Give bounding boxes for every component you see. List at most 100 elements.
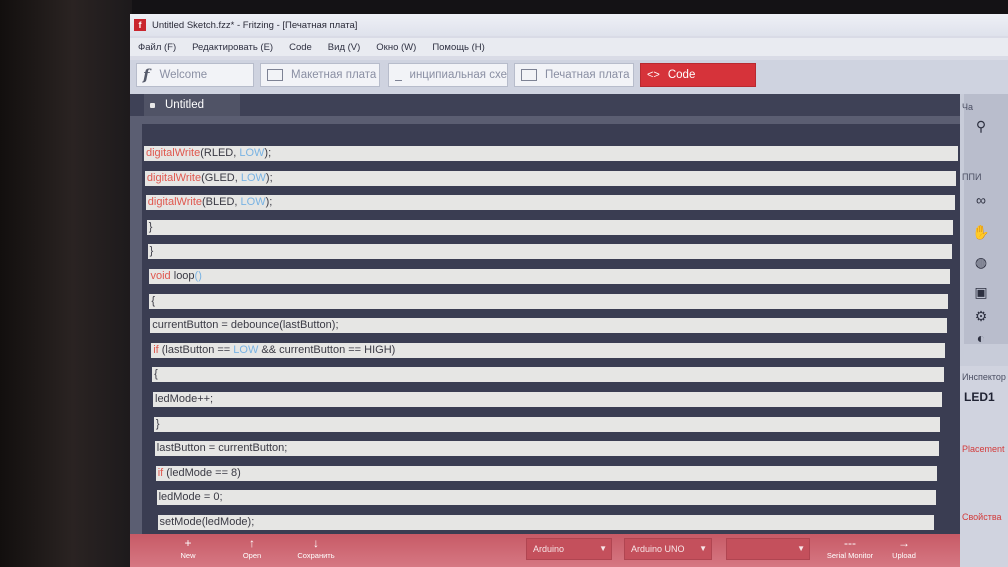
code-line[interactable]: digitalWrite(RLED, LOW); bbox=[144, 146, 958, 161]
search-icon[interactable]: ⚲ bbox=[968, 118, 994, 134]
code-token: (RLED, bbox=[200, 147, 240, 159]
language-select[interactable]: Arduino ▼ bbox=[526, 538, 612, 560]
language-select-value: Arduino bbox=[533, 544, 565, 554]
code-line[interactable]: { bbox=[149, 293, 949, 309]
code-line[interactable]: void loop() bbox=[148, 269, 950, 284]
pcb-icon bbox=[521, 69, 537, 81]
document-tab-label: Untitled bbox=[165, 99, 204, 111]
menu-view[interactable]: Вид (V) bbox=[328, 42, 361, 53]
open-button-label: Open bbox=[242, 551, 262, 560]
title-bar: f Untitled Sketch.fzz* - Fritzing - [Печ… bbox=[130, 14, 1008, 36]
code-token: (lastButton == bbox=[158, 343, 234, 356]
menu-code[interactable]: Code bbox=[289, 42, 312, 53]
code-line[interactable]: setMode(ledMode); bbox=[157, 515, 934, 530]
menu-edit[interactable]: Редактировать (E) bbox=[192, 42, 273, 53]
code-token: loop bbox=[170, 270, 195, 282]
code-line[interactable]: } bbox=[146, 219, 954, 235]
tab-pcb[interactable]: Печатная плата bbox=[514, 63, 634, 87]
code-line[interactable]: } bbox=[147, 244, 952, 260]
properties-header: Свойства bbox=[962, 512, 1002, 522]
code-token: { bbox=[154, 368, 158, 381]
core-parts-icon[interactable]: ◍ bbox=[968, 254, 994, 270]
code-toolbar: + New ↑ Open ↓ Сохранить Arduino ▼ Ardui… bbox=[130, 534, 960, 567]
serial-monitor-button[interactable]: --- Serial Monitor bbox=[820, 536, 880, 566]
view-tabs: f Welcome Макетная плата инципиальная сх… bbox=[130, 60, 1008, 94]
placement-header: Placement bbox=[962, 444, 1005, 454]
code-token: { bbox=[151, 294, 156, 307]
code-editor: Untitled digitalWrite(RLED, LOW); digital… bbox=[130, 94, 972, 555]
code-token: ledMode = 0; bbox=[158, 491, 223, 504]
tab-breadboard[interactable]: Макетная плата bbox=[260, 63, 380, 87]
code-token: digitalWrite bbox=[147, 196, 203, 209]
code-line[interactable]: ledMode++; bbox=[153, 392, 942, 407]
tab-pcb-label: Печатная плата bbox=[545, 69, 630, 81]
board-select[interactable]: Arduino UNO ▼ bbox=[624, 538, 712, 560]
save-button[interactable]: ↓ Сохранить bbox=[294, 536, 338, 566]
code-token: (BLED, bbox=[202, 196, 241, 209]
menu-window[interactable]: Окно (W) bbox=[376, 42, 416, 53]
document-modified-icon bbox=[150, 102, 155, 108]
code-token: currentButton = debounce(lastButton); bbox=[152, 319, 339, 332]
tab-code[interactable]: <> Code bbox=[640, 63, 756, 87]
code-token: ); bbox=[264, 147, 272, 159]
code-line[interactable]: { bbox=[152, 367, 944, 383]
port-select[interactable]: ▼ bbox=[726, 538, 810, 560]
tab-breadboard-label: Макетная плата bbox=[291, 69, 377, 81]
upload-button[interactable]: → Upload bbox=[882, 536, 926, 566]
part-thumbnail-icon[interactable]: ▣ bbox=[968, 284, 994, 300]
tab-code-label: Code bbox=[667, 69, 696, 81]
code-line[interactable]: if (lastButton == LOW && currentButton =… bbox=[151, 342, 946, 358]
code-token: LOW bbox=[239, 147, 265, 159]
tab-schematic-label: инципиальная схе bbox=[409, 69, 507, 81]
code-token: } bbox=[148, 220, 153, 233]
gear-part-icon[interactable]: ⚙ bbox=[968, 308, 994, 324]
code-line[interactable]: digitalWrite(BLED, LOW); bbox=[145, 195, 955, 211]
breadboard-icon bbox=[267, 69, 283, 81]
code-token: ); bbox=[265, 171, 273, 184]
code-token: ledMode++; bbox=[155, 393, 214, 405]
open-file-icon: ↑ bbox=[249, 536, 255, 550]
save-button-label: Сохранить bbox=[297, 551, 335, 560]
menu-help[interactable]: Помощь (H) bbox=[432, 42, 485, 53]
code-token: () bbox=[194, 270, 202, 282]
save-icon: ↓ bbox=[313, 536, 319, 550]
menu-file[interactable]: Файл (F) bbox=[138, 42, 176, 53]
code-token: (GLED, bbox=[201, 171, 241, 184]
monitor-bezel-left bbox=[0, 0, 132, 567]
code-line[interactable]: lastButton = currentButton; bbox=[154, 441, 939, 457]
code-line[interactable]: currentButton = debounce(lastButton); bbox=[150, 318, 947, 334]
document-tab[interactable]: Untitled bbox=[144, 94, 240, 116]
parts-panel-header: Ча bbox=[962, 102, 974, 112]
code-token: ); bbox=[265, 196, 273, 209]
new-button[interactable]: + New bbox=[166, 536, 210, 566]
sensor-part-icon[interactable]: ◐ bbox=[968, 330, 994, 346]
new-button-label: New bbox=[180, 551, 196, 560]
open-button[interactable]: ↑ Open bbox=[230, 536, 274, 566]
upload-button-label: Upload bbox=[892, 551, 916, 560]
code-line[interactable]: digitalWrite(GLED, LOW); bbox=[144, 170, 957, 186]
schematic-icon bbox=[395, 70, 402, 81]
serial-monitor-icon: --- bbox=[844, 536, 856, 550]
board-select-value: Arduino UNO bbox=[631, 544, 685, 554]
code-brackets-icon: <> bbox=[647, 69, 660, 81]
code-token: lastButton = currentButton; bbox=[156, 442, 288, 455]
window-title: Untitled Sketch.fzz* - Fritzing - [Печат… bbox=[152, 19, 358, 31]
hand-icon[interactable]: ✋ bbox=[968, 224, 994, 240]
serial-monitor-label: Serial Monitor bbox=[826, 551, 874, 560]
parts-bin-label: ППИ bbox=[962, 172, 982, 182]
fritzing-window: f Untitled Sketch.fzz* - Fritzing - [Печ… bbox=[130, 14, 1008, 567]
code-token: LOW bbox=[240, 171, 266, 184]
chevron-down-icon: ▼ bbox=[599, 544, 607, 553]
code-line[interactable]: } bbox=[153, 416, 941, 432]
tab-schematic[interactable]: инципиальная схе bbox=[388, 63, 508, 87]
infinity-icon[interactable]: ∞ bbox=[968, 192, 994, 208]
code-token: LOW bbox=[233, 343, 259, 356]
tab-welcome-label: Welcome bbox=[159, 69, 208, 81]
code-token: setMode(ledMode); bbox=[159, 516, 255, 528]
code-token: (ledMode == 8) bbox=[163, 466, 241, 479]
code-line[interactable]: if (ledMode == 8) bbox=[155, 465, 938, 481]
tab-welcome[interactable]: f Welcome bbox=[136, 63, 254, 87]
inspector-part-title: LED1 bbox=[964, 390, 995, 404]
parts-panel: Ча ⚲ ППИ ∞ ✋ ◍ ▣ ⚙ ◐ Инспектор LED1 Plac… bbox=[960, 94, 1008, 567]
code-line[interactable]: ledMode = 0; bbox=[156, 490, 936, 506]
